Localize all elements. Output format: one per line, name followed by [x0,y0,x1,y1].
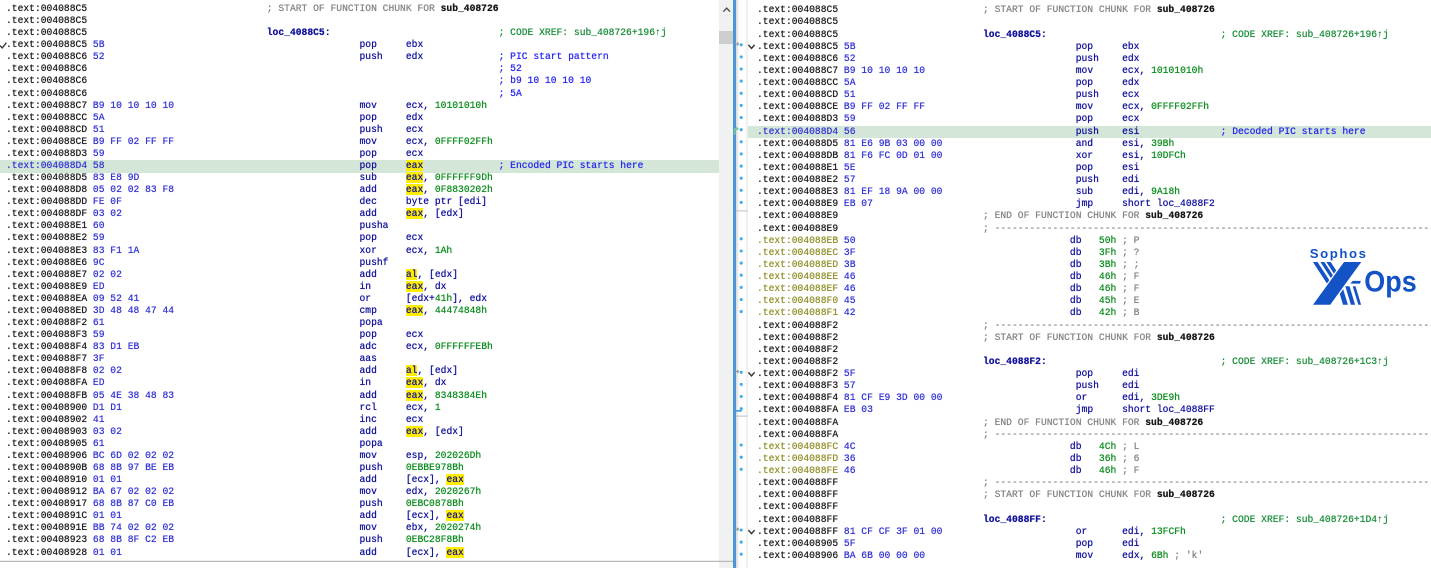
svg-text:Ops: Ops [1364,265,1416,297]
svg-text:Sophos: Sophos [1310,246,1368,261]
